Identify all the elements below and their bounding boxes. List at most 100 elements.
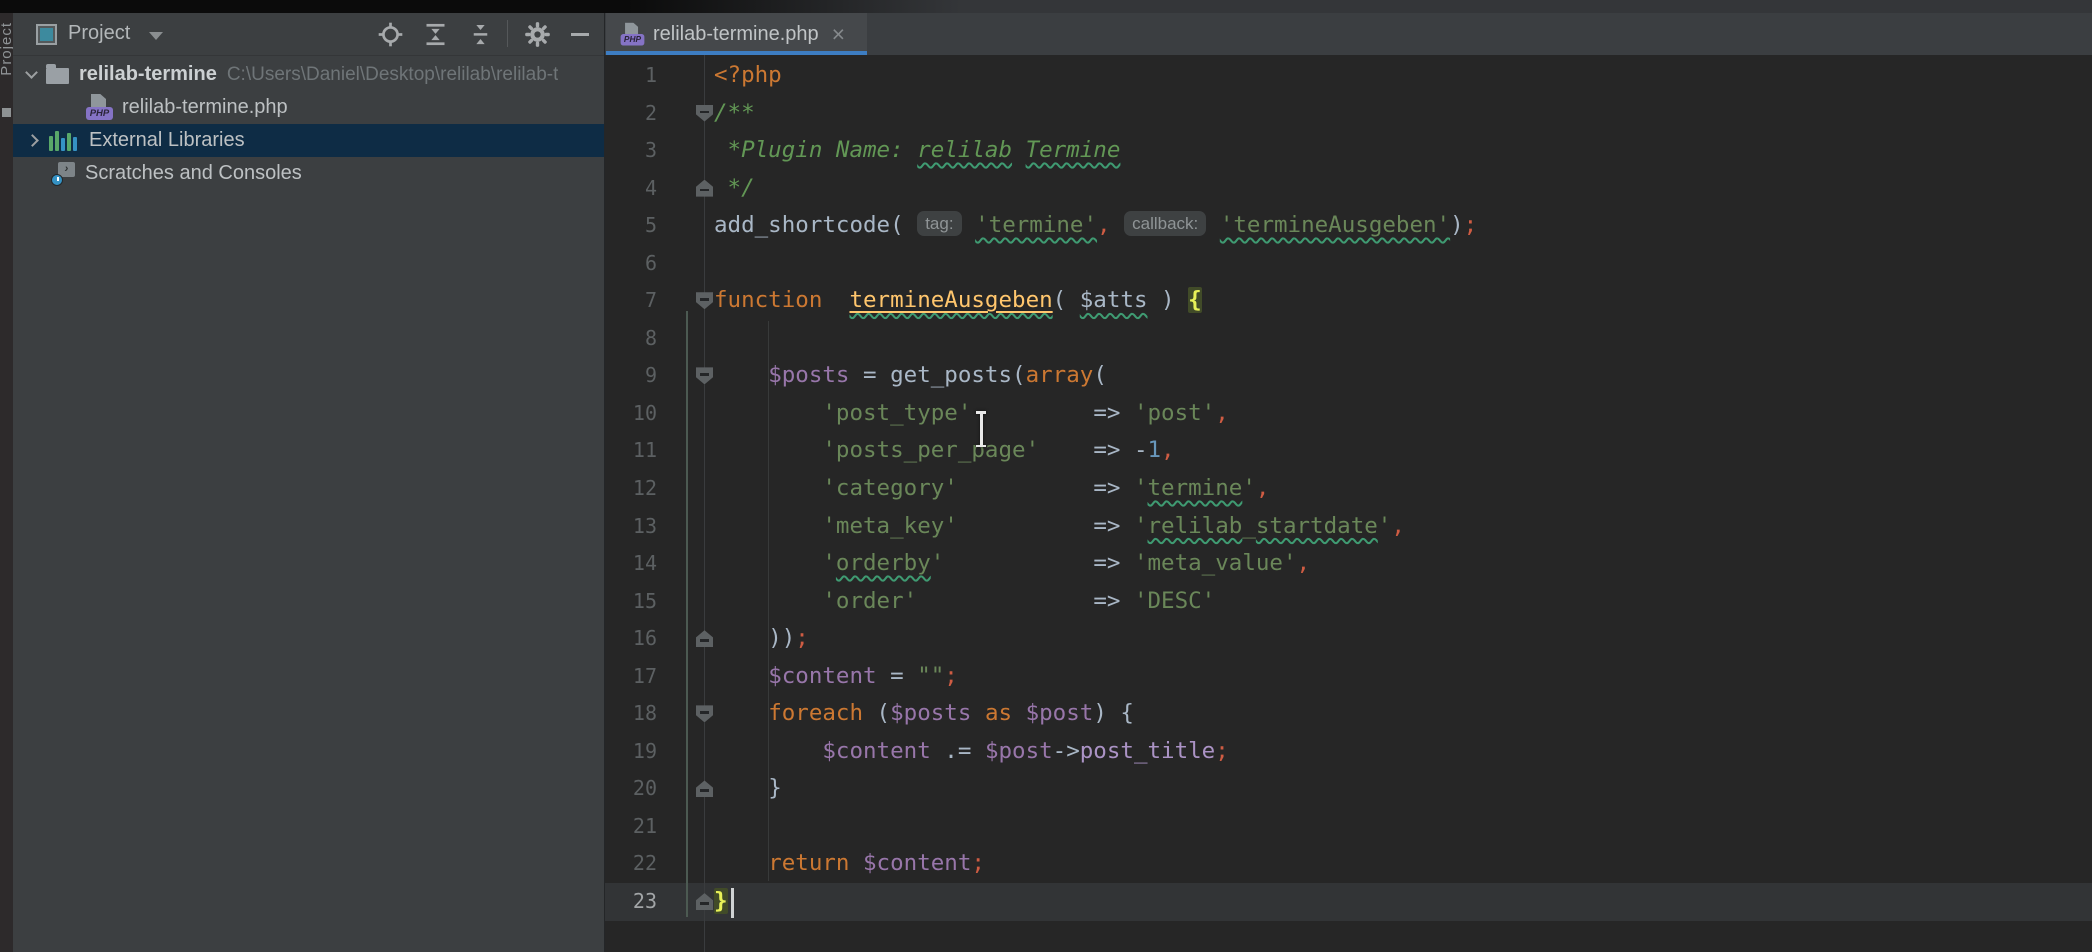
- select-opened-file-button[interactable]: [375, 19, 405, 49]
- php-badge: PHP: [621, 34, 645, 45]
- gear-icon: [523, 20, 552, 49]
- settings-button[interactable]: [522, 19, 552, 49]
- code-token: (: [1012, 362, 1026, 388]
- fold-marker-icon[interactable]: [696, 180, 713, 197]
- tab-title: relilab-termine.php: [653, 23, 819, 46]
- code-token: [917, 588, 1093, 614]
- expand-all-icon: [422, 21, 449, 48]
- code-token: (: [1093, 362, 1107, 388]
- tree-item-scratches[interactable]: › Scratches and Consoles: [13, 157, 604, 190]
- code-token: ': [1134, 513, 1148, 539]
- scratches-icon: ›: [51, 162, 75, 186]
- code-token: [714, 475, 822, 501]
- code-token: 'post': [1134, 400, 1215, 426]
- code-token: =>: [1093, 513, 1134, 539]
- tree-root-label: relilab-termine: [79, 63, 217, 86]
- project-panel: Project: [13, 13, 604, 952]
- tree-item-external-libraries[interactable]: External Libraries: [13, 124, 604, 157]
- code-token: [958, 513, 1093, 539]
- code-token: post_title: [1080, 738, 1215, 764]
- code-line: 'post_type' => 'post',: [714, 395, 2092, 433]
- fold-marker-icon[interactable]: [696, 292, 713, 309]
- code-token: ,: [1391, 513, 1405, 539]
- close-icon[interactable]: ×: [832, 24, 845, 44]
- code-token: }: [714, 888, 728, 914]
- code-token: (: [1053, 287, 1080, 313]
- chevron-down-icon[interactable]: [25, 66, 38, 79]
- fold-marker-icon[interactable]: [696, 705, 713, 722]
- parameter-hint: tag:: [917, 211, 961, 236]
- collapse-all-button[interactable]: [465, 19, 495, 49]
- code-token: )): [768, 625, 795, 651]
- code-token: [1039, 437, 1093, 463]
- code-token: return: [768, 850, 849, 876]
- code-token: foreach: [768, 700, 863, 726]
- tree-item-php-file[interactable]: PHP relilab-termine.php: [13, 91, 604, 124]
- fold-marker-icon[interactable]: [696, 105, 713, 122]
- code-token: [714, 588, 822, 614]
- code-token: ;: [971, 850, 985, 876]
- code-token: *Plugin Name:: [714, 137, 917, 163]
- code-token: =>: [1093, 400, 1134, 426]
- code-line: $posts = get_posts(array(: [714, 357, 2092, 395]
- fold-marker-icon[interactable]: [696, 630, 713, 647]
- code-line: }: [714, 770, 2092, 808]
- code-token: 'category': [822, 475, 957, 501]
- code-line: 'order' => 'DESC': [714, 583, 2092, 621]
- code-token: ': [1378, 513, 1392, 539]
- line-number: 5: [605, 207, 657, 245]
- code-token: [714, 738, 822, 764]
- code-token: orderby: [836, 550, 931, 576]
- tree-item-project-root[interactable]: relilab-termine C:\Users\Daniel\Desktop\…: [13, 58, 604, 91]
- minus-icon: [571, 33, 589, 36]
- fold-marker-icon[interactable]: [696, 780, 713, 797]
- code-token: .=: [944, 738, 985, 764]
- code-token: [931, 738, 945, 764]
- code-token: ;: [1464, 212, 1478, 238]
- mouse-ibeam-cursor: [974, 411, 988, 447]
- line-number: 10: [605, 395, 657, 433]
- hide-panel-button[interactable]: [565, 19, 595, 49]
- code-token: ': [1134, 475, 1148, 501]
- php-file-icon: PHP: [621, 22, 645, 46]
- code-token: [1012, 700, 1026, 726]
- tree-external-libraries-label: External Libraries: [89, 129, 245, 152]
- code-token: 1: [1148, 437, 1162, 463]
- code-token: }: [768, 775, 782, 801]
- code-token: /**: [714, 100, 755, 126]
- line-number: 22: [605, 845, 657, 883]
- code-line: 'category' => 'termine',: [714, 470, 2092, 508]
- project-tree: relilab-termine C:\Users\Daniel\Desktop\…: [13, 58, 604, 190]
- chevron-right-icon[interactable]: [26, 134, 39, 147]
- code-line: [714, 320, 2092, 358]
- fold-marker-icon[interactable]: [696, 367, 713, 384]
- tree-file-label: relilab-termine.php: [122, 96, 288, 119]
- code-token: =>: [1093, 475, 1134, 501]
- code-token: add_shortcode: [714, 212, 890, 238]
- code-editor[interactable]: 1234567891011121314151617181920212223 <?…: [605, 55, 2092, 952]
- code-line: 'meta_key' => 'relilab_startdate',: [714, 508, 2092, 546]
- code-token: 'meta_value': [1134, 550, 1297, 576]
- chevron-down-icon[interactable]: [149, 32, 163, 40]
- code-token: [714, 775, 768, 801]
- code-token: relilab: [1148, 513, 1243, 539]
- code-token: [958, 475, 1093, 501]
- code-token: ;: [944, 663, 958, 689]
- code-line: /**: [714, 95, 2092, 133]
- code-token: ): [1450, 212, 1464, 238]
- stripe-tool-icon[interactable]: [2, 108, 11, 117]
- project-panel-title: Project: [68, 22, 130, 45]
- code-token: ;: [795, 625, 809, 651]
- code-token: $posts: [890, 700, 971, 726]
- expand-all-button[interactable]: [420, 19, 450, 49]
- line-number: 4: [605, 170, 657, 208]
- code-line: */: [714, 170, 2092, 208]
- line-number: 18: [605, 695, 657, 733]
- window-title-strip: [0, 0, 2092, 13]
- line-number-gutter: 1234567891011121314151617181920212223: [605, 57, 657, 921]
- code-token: ,: [1256, 475, 1270, 501]
- line-number: 8: [605, 320, 657, 358]
- code-line: return $content;: [714, 845, 2092, 883]
- editor-tab[interactable]: PHP relilab-termine.php ×: [606, 13, 867, 55]
- code-token: $content: [863, 850, 971, 876]
